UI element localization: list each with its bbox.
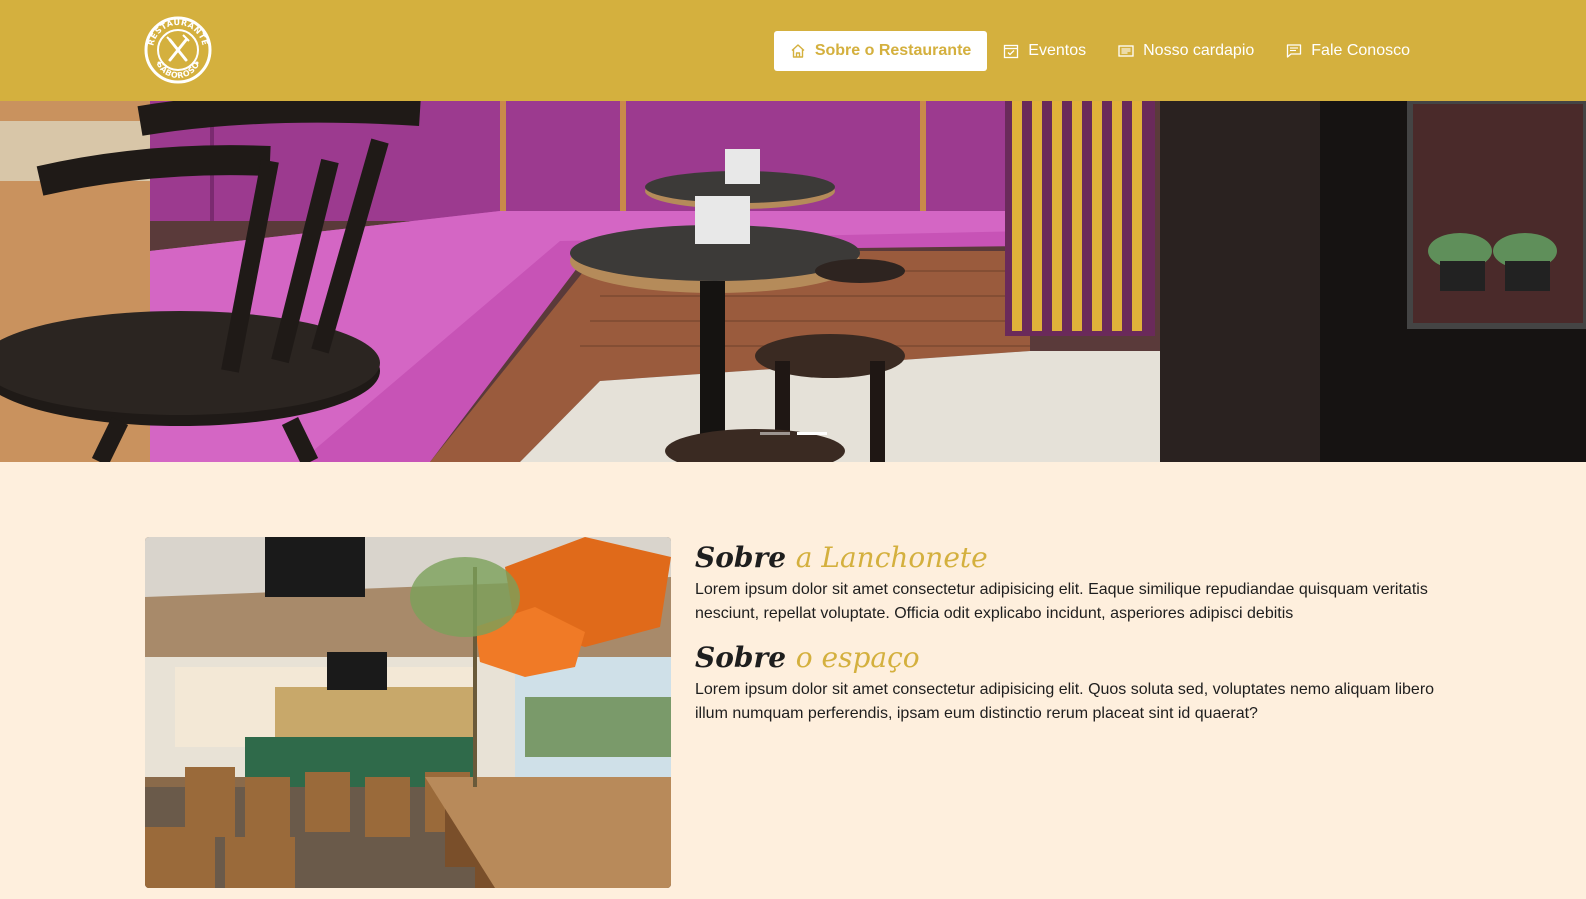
carousel-indicator-1[interactable] (760, 432, 790, 435)
logo-top-text: RESTAURANTE (146, 18, 209, 47)
svg-text:RESTAURANTE: RESTAURANTE (146, 18, 209, 47)
about-lanchonete-text: Lorem ipsum dolor sit amet consectetur a… (695, 581, 1428, 622)
nav-item-cardapio[interactable]: Nosso cardapio (1102, 31, 1270, 71)
nav-item-label: Sobre o Restaurante (814, 42, 972, 59)
site-header: RESTAURANTE SABOROSO Sobre o Restaurante… (0, 0, 1586, 101)
about-espaco-text: Lorem ipsum dolor sit amet consectetur a… (695, 681, 1435, 722)
about-lanchonete-heading: Sobre a Lanchonete (695, 538, 1445, 578)
carousel-indicators (760, 432, 827, 435)
chat-icon (1286, 43, 1302, 59)
home-icon (790, 43, 806, 59)
hero-carousel[interactable] (0, 101, 1586, 462)
restaurant-logo[interactable]: RESTAURANTE SABOROSO (143, 13, 213, 87)
carousel-indicator-2[interactable] (797, 432, 827, 435)
heading-accent: a Lanchonete (795, 541, 988, 574)
about-restaurant-photo (145, 537, 671, 888)
menu-list-icon (1118, 43, 1134, 59)
nav-item-label: Eventos (1028, 42, 1087, 59)
heading-accent: o espaço (795, 641, 920, 674)
nav-item-eventos[interactable]: Eventos (987, 31, 1102, 71)
nav-item-sobre[interactable]: Sobre o Restaurante (773, 31, 988, 71)
about-espaco-heading: Sobre o espaço (695, 638, 1445, 678)
nav-item-label: Nosso cardapio (1143, 42, 1255, 59)
nav-item-label: Fale Conosco (1311, 42, 1410, 59)
about-content: Sobre a Lanchonete Lorem ipsum dolor sit… (695, 538, 1445, 738)
heading-main: Sobre (695, 541, 787, 574)
main-nav: Sobre o Restaurante Eventos Nosso cardap… (773, 31, 1426, 71)
heading-main: Sobre (695, 641, 787, 674)
calendar-check-icon (1003, 43, 1019, 59)
hero-image (0, 101, 1586, 462)
nav-item-contato[interactable]: Fale Conosco (1270, 31, 1426, 71)
